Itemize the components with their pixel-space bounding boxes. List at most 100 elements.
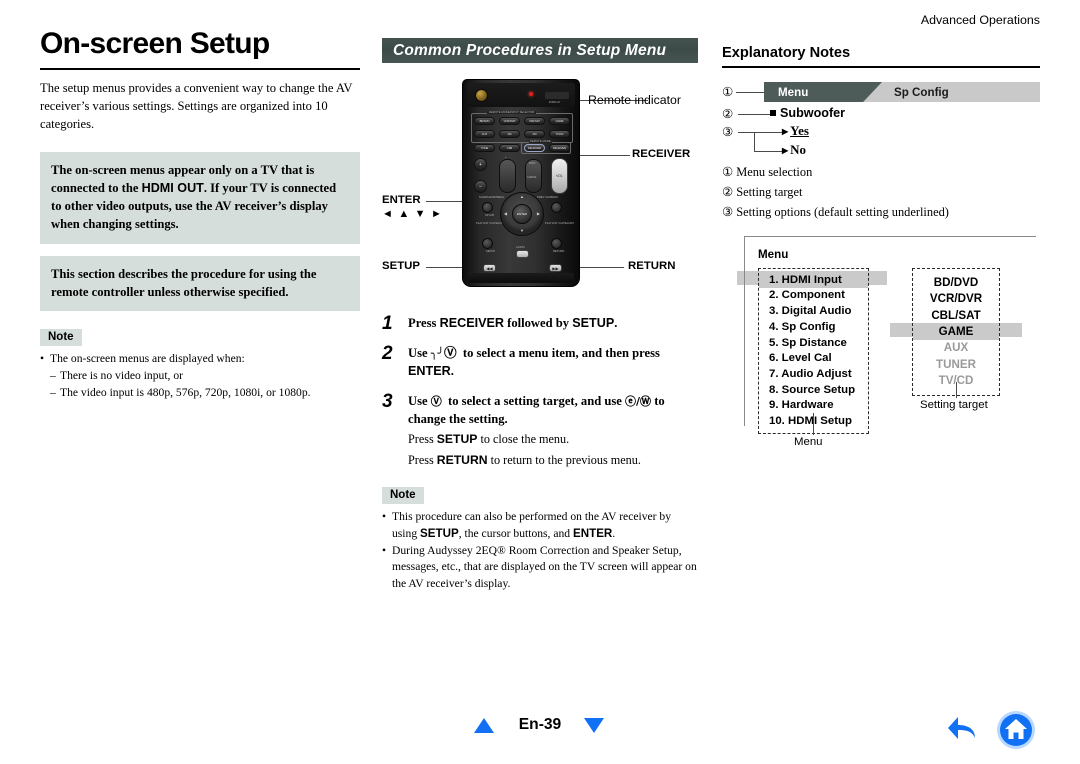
album-label: ALBUM — [527, 176, 537, 179]
label-setup: SETUP — [382, 260, 420, 272]
target-item[interactable]: GAME — [913, 323, 999, 340]
label-cursor-arrows: ◄ ▲ ▼ ► — [382, 208, 444, 220]
selector-button-cbl-sat: CBL/SAT — [524, 117, 545, 125]
callout-box-hdmi: The on-screen menus appear only on a TV … — [40, 151, 360, 244]
menu-item[interactable]: 8. Source Setup — [759, 382, 868, 398]
triangle-marker-icon: ▶ — [782, 127, 789, 136]
step-number: 2 — [382, 342, 393, 364]
return-button — [551, 238, 562, 249]
target-item[interactable]: BD/DVD — [913, 274, 999, 290]
running-head: Advanced Operations — [920, 13, 1040, 27]
menu-item[interactable]: 3. Digital Audio — [759, 304, 868, 320]
legend-row: ③ Setting options (default setting under… — [722, 202, 1040, 222]
cursor-down-icon: ▼ — [520, 228, 524, 233]
leader-line-marker-3 — [738, 132, 754, 133]
tree-option-yes-label: Yes — [790, 123, 809, 138]
note-label: Note — [40, 329, 82, 347]
tree-branch-yes — [754, 132, 782, 133]
note-item: During Audyssey 2EQ® Room Correction and… — [382, 543, 698, 593]
tree-option-no: ▶ No — [782, 142, 806, 158]
menu-item[interactable]: 7. Audio Adjust — [759, 367, 868, 383]
step-text: Use ╮╯Ⓥ to select a menu item, and then … — [408, 345, 660, 378]
target-item[interactable]: VCR/DVR — [913, 291, 999, 307]
tab-sp-config[interactable]: Sp Config — [894, 82, 949, 102]
step-2: 2 Use ╮╯Ⓥ to select a menu item, and the… — [382, 342, 698, 381]
sp-ab-label: SP A/B — [485, 214, 494, 217]
page-title: On-screen Setup — [40, 27, 360, 70]
circled-numbers-5-18: ⓔ/Ⓦ — [625, 394, 652, 408]
usb-button: USB — [499, 144, 520, 152]
plus-button: + — [474, 158, 487, 171]
legend-row: ① Menu selection — [722, 162, 1040, 182]
step-number: 3 — [382, 390, 393, 412]
selector-button-game: GAME — [549, 117, 570, 125]
nav-up-triangle[interactable] — [474, 718, 494, 733]
remote-bottom-strip — [468, 273, 574, 283]
selector-button-bd-dvd: BD/DVD — [474, 117, 495, 125]
tick-menu-callout — [813, 413, 814, 436]
legend-text: Setting options (default setting underli… — [736, 205, 949, 220]
playlist-category-label-right: PLAYLIST /CATEGORY — [545, 222, 575, 225]
target-item[interactable]: AUX — [913, 340, 999, 356]
menu-item[interactable]: 2. Component — [759, 288, 868, 304]
selector-button-aux: AUX — [474, 130, 495, 138]
setting-tree: ② Subwoofer ③ ▶ Yes ▶ No — [722, 106, 1040, 158]
step-1: 1 Press RECEIVER followed by SETUP. — [382, 313, 698, 334]
leader-line-marker-2 — [738, 114, 770, 115]
circled-number-17: ╮╯ — [430, 346, 444, 360]
minus-button: − — [474, 180, 487, 193]
selector-button-am: AM — [499, 130, 520, 138]
leader-line-return — [580, 267, 624, 268]
note-list: This procedure can also be performed on … — [382, 509, 698, 593]
marker-1: ① — [722, 84, 734, 99]
tone-button: TONE — [474, 144, 495, 152]
menu-item[interactable]: 5. Sp Distance — [759, 335, 868, 351]
menu-item[interactable]: 6. Level Cal — [759, 351, 868, 367]
tree-option-yes: ▶ Yes — [782, 123, 809, 139]
label-receiver: RECEIVER — [632, 148, 691, 160]
target-item[interactable]: CBL/SAT — [913, 307, 999, 323]
callout-box-remote: This section describes the procedure for… — [40, 255, 360, 312]
legend-marker: ② — [722, 185, 734, 200]
label-enter: ENTER — [382, 194, 421, 206]
leader-line-setup — [426, 267, 466, 268]
circled-number-17: Ⓥ — [430, 394, 442, 408]
tab-menu[interactable]: Menu — [764, 82, 882, 102]
sp-ab-button — [482, 202, 493, 213]
cursor-up-icon: ▲ — [520, 194, 524, 199]
note-item: This procedure can also be performed on … — [382, 509, 698, 543]
note-subitem: The video input is 480p, 576p, 720p, 108… — [40, 385, 360, 402]
target-item[interactable]: TUNER — [913, 356, 999, 372]
menu-item[interactable]: 4. Sp Config — [759, 319, 868, 335]
selector-button-tv-cd: TV/CD — [549, 130, 570, 138]
home-icon[interactable] — [996, 710, 1036, 755]
selector-button-fm: FM — [524, 130, 545, 138]
nav-down-triangle[interactable] — [584, 718, 604, 733]
note-item: The on-screen menus are displayed when: — [40, 351, 360, 368]
enter-button: ENTER — [512, 204, 532, 224]
marker-3: ③ — [722, 124, 734, 139]
legend-text: Setting target — [736, 185, 803, 200]
tree-branch-no — [754, 151, 782, 152]
middle-column: Common Procedures in Setup Menu Remote i… — [382, 0, 698, 593]
back-arrow-icon[interactable] — [946, 714, 980, 749]
legend-text: Menu selection — [736, 165, 813, 179]
ch-rocker — [499, 159, 516, 193]
tick-target-callout — [956, 382, 957, 399]
slideshow-menu-label: SLIDESHOW/MENU — [479, 196, 505, 199]
remote-control-body: DISPLAY REMOTE MODE/INPUT SELECTOR BD/DV… — [462, 79, 580, 287]
menu-item[interactable]: 9. Hardware — [759, 398, 868, 414]
osd-note-setting-target: Setting target — [920, 399, 988, 412]
note-subitem: There is no video input, or — [40, 368, 360, 385]
procedure-steps: 1 Press RECEIVER followed by SETUP. 2 Us… — [382, 313, 698, 469]
osd-menu-list: 1. HDMI Input 2. Component 3. Digital Au… — [758, 268, 869, 435]
receiver-button: RECEIVER — [524, 144, 545, 152]
cursor-navigation-pad: ▲ ▼ ◀ ▶ ENTER — [500, 192, 544, 236]
menu-item[interactable]: 1. HDMI Input — [759, 272, 868, 288]
display-button — [545, 92, 569, 99]
page-number: En-39 — [518, 716, 562, 733]
osd-tab-bar: ① Menu Sp Config — [722, 82, 1040, 102]
cursor-right-icon: ▶ — [536, 211, 540, 216]
page-footer: En-39 — [0, 710, 1080, 749]
intro-paragraph: The setup menus provides a convenient wa… — [40, 81, 353, 131]
